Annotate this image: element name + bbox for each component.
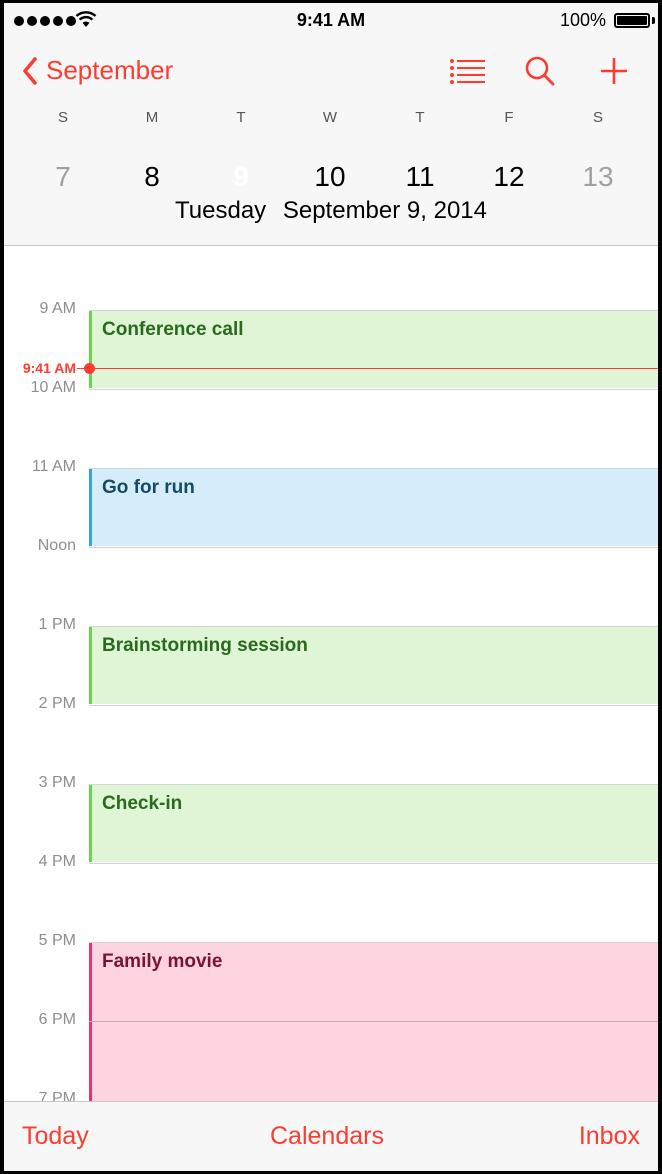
weekday-letter: S [592,109,603,126]
hour-label: 1 PM [38,616,76,633]
event-conference-call[interactable]: Conference call [89,311,658,388]
battery-cap [652,17,655,24]
hour-line [89,389,658,390]
weekday-letter: T [236,109,246,126]
hour-line [89,863,658,864]
calendar-header: September S M T W T F S 7 8 9 10 11 12 1… [4,39,658,246]
calendar-screen: 9:41 AM 100% September S M T W T F S 7 8… [4,3,658,1171]
hour-label: 11 AM [31,458,76,475]
tab-bar: Today Calendars Inbox [4,1101,658,1171]
hour-label: 10 AM [30,379,76,396]
hour-label: 6 PM [38,1011,76,1028]
hour-label: 9 AM [39,300,76,317]
inbox-button[interactable]: Inbox [579,1122,640,1151]
battery-percentage: 100% [559,10,606,30]
weekday-letter: M [145,109,159,126]
weekday-letter: F [504,109,514,126]
event-go-for-run[interactable]: Go for run [89,469,658,546]
hour-label: 3 PM [38,774,76,791]
weekday-letter: T [415,109,425,126]
event-title: Check-in [102,793,183,814]
add-icon[interactable] [598,55,630,87]
list-icon[interactable] [449,55,487,85]
search-icon[interactable] [524,55,556,87]
status-bar: 9:41 AM 100% [4,3,658,39]
hour-label: Noon [37,537,76,554]
hour-line [89,547,658,548]
event-title: Conference call [102,319,244,340]
chevron-left-icon [23,56,37,85]
event-hour-divider [89,1021,658,1022]
event-brainstorming-session[interactable]: Brainstorming session [89,627,658,704]
current-time-line [89,368,658,369]
hour-label: 7 PM [38,1090,76,1101]
selected-weekday: Tuesday [175,197,267,224]
selected-full-date: September 9, 2014 [282,197,487,224]
hour-label: 4 PM [38,853,76,870]
event-title: Family movie [102,951,223,972]
hour-line [89,705,658,706]
battery-icon [614,13,650,28]
weekday-letter: W [322,109,338,126]
current-time-dot [84,363,95,374]
day-timeline[interactable]: 9 AM 10 AM 11 AM Noon 1 PM 2 PM 3 PM 4 P… [4,246,658,1101]
event-check-in[interactable]: Check-in [89,785,658,862]
current-time-label: 9:41 AM [22,360,76,376]
hour-label: 5 PM [38,932,76,949]
selected-date-label: Tuesday September 9, 2014 [4,197,658,225]
back-label: September [46,55,174,85]
event-family-movie[interactable]: Family movie [89,943,658,1101]
today-button[interactable]: Today [22,1122,89,1151]
hour-label: 2 PM [38,695,76,712]
weekday-letter: S [57,109,68,126]
event-title: Go for run [102,477,195,498]
event-title: Brainstorming session [102,635,308,656]
calendars-button[interactable]: Calendars [270,1122,384,1151]
back-button[interactable]: September [22,55,173,86]
device-frame: 9:41 AM 100% September S M T W T F S 7 8… [0,0,662,1174]
